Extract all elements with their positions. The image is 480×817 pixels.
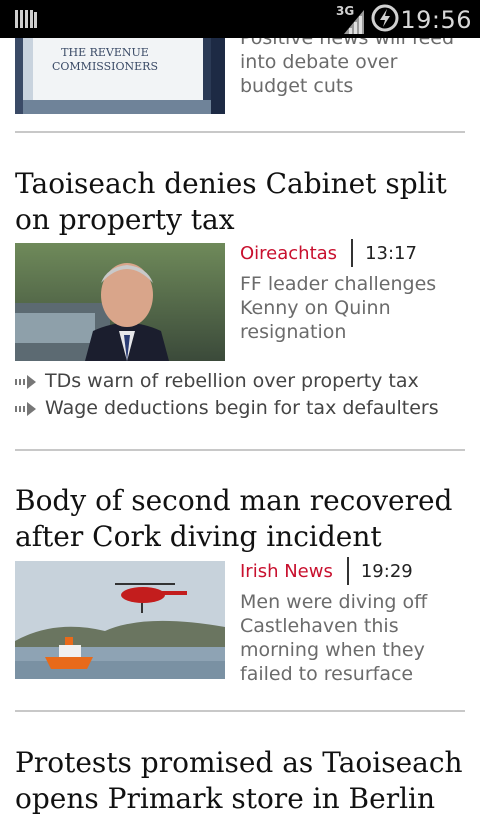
article-meta: Irish News 19:29: [240, 557, 413, 585]
article-source[interactable]: Irish News: [240, 561, 333, 582]
related-link[interactable]: Wage deductions begin for tax defaulters: [15, 395, 470, 422]
related-link[interactable]: TDs warn of rebellion over property tax: [15, 368, 470, 395]
article-time: 13:17: [365, 242, 417, 264]
article-thumbnail[interactable]: [15, 561, 225, 679]
article-time: 19:29: [360, 560, 413, 582]
divider: [15, 449, 465, 451]
divider: [15, 131, 465, 133]
meta-separator: [346, 557, 349, 585]
article-source[interactable]: Oireachtas: [240, 243, 337, 264]
related-links: TDs warn of rebellion over property tax …: [15, 368, 470, 422]
clock: 19:56: [400, 6, 472, 34]
news-feed[interactable]: THE REVENUE COMMISSIONERS Positive news …: [0, 0, 480, 815]
article-headline[interactable]: Taoiseach denies Cabinet split on proper…: [15, 166, 470, 238]
battery-charging-icon: [371, 4, 399, 32]
related-link-label: TDs warn of rebellion over property tax: [45, 370, 419, 392]
svg-text:THE REVENUE: THE REVENUE: [61, 46, 149, 59]
related-link-label: Wage deductions begin for tax defaulters: [45, 397, 439, 419]
article-headline[interactable]: Protests promised as Taoiseach opens Pri…: [15, 745, 470, 817]
arrow-bullet-icon: [15, 401, 36, 416]
article-meta: Oireachtas 13:17: [240, 239, 417, 267]
divider: [15, 710, 465, 712]
arrow-bullet-icon: [15, 374, 36, 389]
notification-icon: [15, 10, 37, 28]
status-bar: 3G 19:56: [0, 0, 480, 38]
article-thumbnail[interactable]: [15, 243, 225, 361]
article-summary: Men were diving off Castlehaven this mor…: [240, 591, 428, 685]
article-summary: FF leader challenges Kenny on Quinn resi…: [240, 273, 437, 343]
meta-separator: [351, 239, 354, 267]
article-headline[interactable]: Body of second man recovered after Cork …: [15, 483, 470, 555]
svg-text:COMMISSIONERS: COMMISSIONERS: [52, 60, 158, 73]
signal-icon: 3G: [336, 4, 366, 34]
